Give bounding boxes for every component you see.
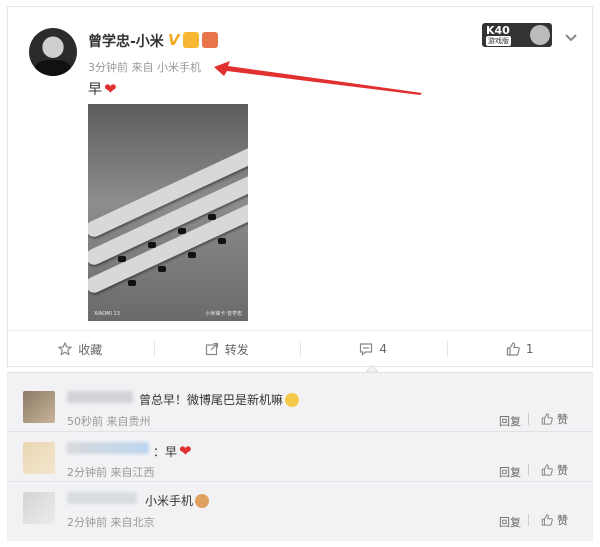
reply-button[interactable]: 回复 — [499, 413, 521, 429]
commenter-avatar[interactable] — [23, 492, 55, 524]
share-button[interactable]: 转发 — [153, 331, 301, 367]
comment-location: 来自贵州 — [106, 415, 151, 428]
comment-caret-icon — [366, 364, 378, 372]
divider — [528, 514, 529, 526]
smile-emoji-icon — [285, 392, 300, 407]
heart-emoji-icon: ❤ — [179, 442, 192, 460]
comment-meta: 2分钟前 来自北京 — [67, 514, 155, 530]
post-photo[interactable]: XIAOMI 13 小米徕卡·曾学忠 — [88, 104, 248, 321]
comment-item: 小米手机 2分钟前 来自北京 回复 赞 — [7, 481, 593, 532]
commenter-avatar[interactable] — [23, 391, 55, 423]
comment-like-button[interactable]: 赞 — [541, 411, 568, 427]
photo-brand-text: XIAOMI 13 — [94, 311, 120, 317]
author-avatar[interactable] — [29, 28, 77, 76]
divider — [528, 464, 529, 476]
favorite-button[interactable]: 收藏 — [7, 331, 154, 367]
cat-emoji-icon — [195, 493, 210, 508]
comment-like-button[interactable]: 赞 — [541, 462, 568, 478]
member-badge-icon[interactable] — [182, 32, 199, 48]
heart-emoji-icon: ❤ — [104, 80, 117, 98]
post-meta: 3分钟前 来自 小米手机 — [88, 59, 201, 75]
comment-like-label: 赞 — [557, 464, 568, 477]
comment-text-content: 曾总早！微博尾巴是新机嘛 — [139, 393, 284, 407]
comment-time: 2分钟前 — [67, 466, 107, 479]
comment-text-content: ：早 — [153, 444, 178, 459]
chevron-down-icon[interactable] — [564, 33, 578, 43]
promo-banner[interactable]: K40 游戏版 — [482, 23, 552, 47]
comment-text: 曾总早！微博尾巴是新机嘛 — [139, 391, 300, 408]
star-icon — [58, 342, 73, 356]
thumbs-up-icon — [541, 413, 553, 425]
comment-list: 曾总早！微博尾巴是新机嘛 50秒前 来自贵州 回复 赞 ：早 ❤ 2分钟前 来自… — [7, 372, 593, 541]
comment-count: 4 — [379, 342, 388, 356]
comment-text-content: 小米手机 — [145, 494, 194, 508]
comment-item: ：早 ❤ 2分钟前 来自江西 回复 赞 — [7, 431, 593, 482]
author-name[interactable]: 曾学忠-小米 — [88, 31, 164, 51]
thumbs-up-icon — [541, 464, 553, 476]
post-text: 早 ❤ — [88, 79, 117, 99]
post-text-content: 早 — [88, 82, 102, 98]
share-label: 转发 — [224, 342, 249, 357]
comment-text: ：早 ❤ — [153, 442, 192, 460]
comment-icon — [360, 343, 373, 356]
post-source: 来自 小米手机 — [131, 61, 202, 74]
post-action-bar: 收藏 转发 4 1 — [7, 330, 593, 367]
comment-button[interactable]: 4 — [300, 331, 447, 367]
comment-like-label: 赞 — [557, 514, 568, 527]
reply-button[interactable]: 回复 — [499, 464, 521, 480]
comment-item: 曾总早！微博尾巴是新机嘛 50秒前 来自贵州 回复 赞 — [7, 381, 593, 431]
photo-caption-text: 小米徕卡·曾学忠 — [205, 311, 242, 317]
comment-meta: 2分钟前 来自江西 — [67, 464, 155, 480]
share-icon — [205, 342, 218, 356]
thumbs-up-icon — [541, 514, 553, 526]
like-count: 1 — [525, 342, 534, 356]
post-time[interactable]: 3分钟前 — [88, 61, 128, 74]
red-arrow-annotation — [214, 61, 422, 95]
commenter-name-blurred[interactable] — [67, 442, 149, 454]
verified-v-icon[interactable]: V — [168, 31, 180, 49]
fan-badge-icon[interactable] — [201, 32, 218, 48]
author-badges: V — [168, 31, 218, 49]
favorite-label: 收藏 — [78, 342, 103, 357]
comment-like-button[interactable]: 赞 — [541, 512, 568, 528]
comment-location: 来自江西 — [110, 466, 155, 479]
comment-time: 50秒前 — [67, 415, 103, 428]
comment-text: 小米手机 — [145, 492, 210, 509]
commenter-name-blurred[interactable] — [67, 492, 137, 504]
promo-tag: 游戏版 — [486, 36, 511, 46]
like-button[interactable]: 1 — [446, 331, 594, 367]
comment-meta: 50秒前 来自贵州 — [67, 413, 151, 429]
comment-location: 来自北京 — [110, 516, 155, 529]
divider — [528, 413, 529, 425]
thumbs-up-icon — [506, 342, 520, 356]
reply-button[interactable]: 回复 — [499, 514, 521, 530]
comment-like-label: 赞 — [557, 413, 568, 426]
commenter-name-blurred[interactable] — [67, 391, 133, 403]
weibo-post-card: 曾学忠-小米 V 3分钟前 来自 小米手机 早 ❤ XIAOMI 13 小米徕卡… — [7, 6, 593, 367]
commenter-avatar[interactable] — [23, 442, 55, 474]
promo-avatar — [530, 25, 550, 45]
comment-time: 2分钟前 — [67, 516, 107, 529]
